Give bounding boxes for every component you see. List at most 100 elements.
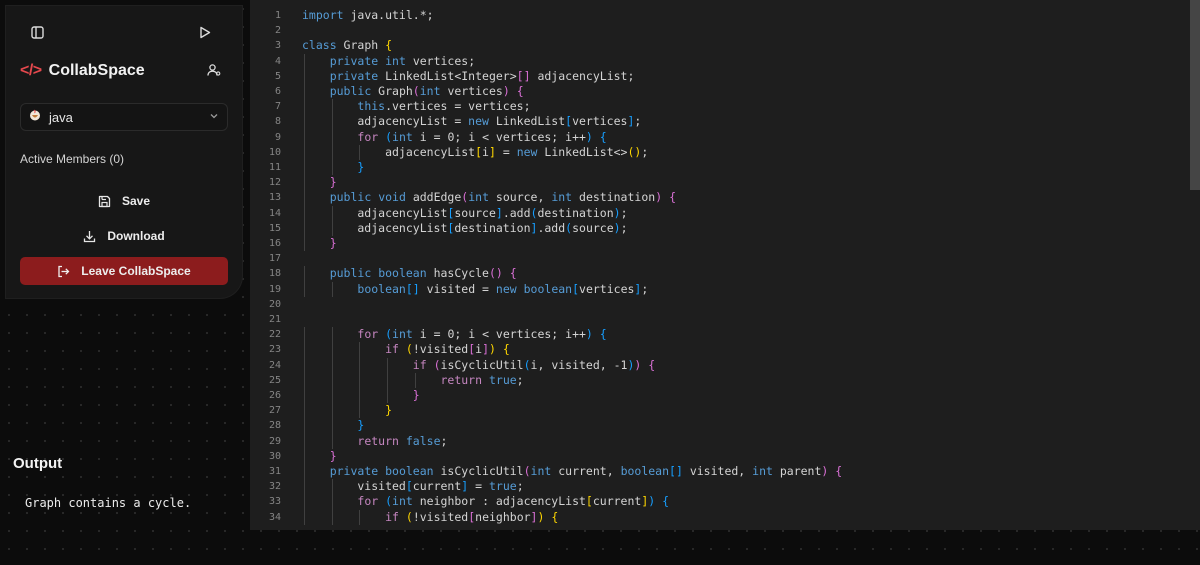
code-line[interactable]: } xyxy=(302,403,392,418)
code-line[interactable]: if (isCyclicUtil(i, visited, -1)) { xyxy=(302,358,655,373)
line-number: 1 xyxy=(274,10,281,21)
indent-guide xyxy=(331,281,333,297)
editor-scrollbar[interactable] xyxy=(1190,0,1200,530)
code-line[interactable]: adjacencyList[source].add(destination); xyxy=(302,206,627,221)
code-line[interactable]: for (int neighbor : adjacencyList[curren… xyxy=(302,494,669,509)
indent-guide xyxy=(331,342,333,358)
code-line[interactable]: public Graph(int vertices) { xyxy=(302,84,524,99)
indent-guide xyxy=(331,433,333,449)
indent-guide xyxy=(304,403,305,419)
code-line[interactable]: for (int i = 0; i < vertices; i++) { xyxy=(302,327,606,342)
code-line[interactable]: } xyxy=(302,449,337,464)
code-line[interactable]: private int vertices; xyxy=(302,54,475,69)
indent-guide xyxy=(331,99,333,115)
code-content[interactable]: import java.util.*; class Graph { private… xyxy=(302,0,1186,530)
language-selected: java xyxy=(49,109,73,125)
line-number-gutter: 1 2 3 4 5 6 7 8 9 10 11 12 13 14 15 16 17 18 19 20 21 22 23 24 2… xyxy=(250,0,290,530)
line-number: 12 xyxy=(268,177,281,189)
code-line[interactable]: private LinkedList<Integer>[] adjacencyL… xyxy=(302,69,635,84)
code-line[interactable]: import java.util.*; xyxy=(302,8,434,23)
line-number: 4 xyxy=(274,55,281,67)
indent-guide xyxy=(331,205,333,221)
code-line[interactable]: this.vertices = vertices; xyxy=(302,99,530,114)
indent-guide xyxy=(387,372,389,388)
line-number: 9 xyxy=(274,131,281,143)
code-line[interactable]: public void addEdge(int source, int dest… xyxy=(302,190,676,205)
indent-guide xyxy=(304,418,305,434)
indent-guide xyxy=(359,388,361,404)
indent-guide xyxy=(331,160,333,176)
indent-guide xyxy=(304,68,305,84)
download-button[interactable]: Download xyxy=(20,223,228,249)
indent-guide xyxy=(331,114,333,130)
users-icon[interactable] xyxy=(205,61,223,79)
indent-guide xyxy=(359,144,361,160)
line-number: 17 xyxy=(268,253,281,265)
line-number: 24 xyxy=(268,359,281,371)
indent-guide xyxy=(331,144,333,160)
code-line[interactable]: visited[current] = true; xyxy=(302,479,523,494)
code-line[interactable]: adjacencyList[i] = new LinkedList<>(); xyxy=(302,145,648,160)
indent-guide xyxy=(387,388,389,404)
language-select[interactable]: java xyxy=(20,103,228,131)
line-number: 21 xyxy=(268,314,281,325)
save-button-label: Save xyxy=(121,194,151,208)
line-number: 10 xyxy=(268,146,281,158)
output-title: Output xyxy=(13,455,63,472)
line-number: 6 xyxy=(274,86,281,97)
play-icon[interactable] xyxy=(196,23,214,41)
indent-guide xyxy=(304,266,305,282)
code-line[interactable]: if (!visited[neighbor]) { xyxy=(302,510,558,525)
line-number: 23 xyxy=(268,344,281,356)
code-line[interactable]: adjacencyList = new LinkedList[vertices]… xyxy=(302,114,641,129)
indent-guide xyxy=(331,129,333,145)
indent-guide xyxy=(304,53,305,69)
scrollbar-thumb[interactable] xyxy=(1190,0,1200,190)
indent-guide xyxy=(304,327,305,343)
leave-collabspace-button[interactable]: Leave CollabSpace xyxy=(20,257,228,285)
code-line[interactable]: if (!visited[i]) { xyxy=(302,342,510,357)
indent-guide xyxy=(331,418,333,434)
line-number: 14 xyxy=(268,207,281,219)
active-members-label: Active Members (0) xyxy=(20,152,125,166)
download-icon xyxy=(84,230,96,242)
code-editor[interactable]: 1 2 3 4 5 6 7 8 9 10 11 12 13 14 15 16 17 18 19 20 21 22 23 24 2… xyxy=(250,0,1200,530)
code-line[interactable]: } xyxy=(302,160,364,175)
indent-guide xyxy=(304,281,305,297)
indent-guide xyxy=(304,494,305,510)
code-line[interactable]: boolean[] visited = new boolean[vertices… xyxy=(302,282,648,297)
indent-guide xyxy=(359,509,361,525)
line-number: 28 xyxy=(268,420,281,432)
line-number: 11 xyxy=(268,162,281,173)
indent-guide xyxy=(331,372,333,388)
code-line[interactable]: for (int i = 0; i < vertices; i++) { xyxy=(302,130,606,145)
code-line[interactable]: return false; xyxy=(302,434,447,449)
code-line[interactable]: } xyxy=(302,388,420,403)
indent-guide xyxy=(331,509,333,525)
code-line[interactable]: return true; xyxy=(302,373,523,388)
save-button[interactable]: Save xyxy=(20,188,228,214)
indent-guide xyxy=(304,99,305,115)
indent-guide xyxy=(414,372,416,388)
panel-left-icon[interactable] xyxy=(28,23,46,41)
indent-guide xyxy=(304,144,305,160)
indent-guide xyxy=(359,342,361,358)
code-line[interactable]: private boolean isCyclicUtil(int current… xyxy=(302,464,843,479)
output-text: Graph contains a cycle. xyxy=(25,496,192,510)
indent-guide xyxy=(304,160,305,176)
line-number: 20 xyxy=(268,298,281,310)
indent-guide xyxy=(331,220,333,236)
indent-guide xyxy=(331,327,333,343)
save-icon xyxy=(98,195,111,207)
code-line[interactable]: } xyxy=(302,175,337,190)
line-number: 13 xyxy=(268,192,281,204)
brand-logo: </> CollabSpace xyxy=(20,59,145,83)
log-out-icon xyxy=(58,265,70,277)
code-line[interactable]: } xyxy=(302,418,364,433)
code-line[interactable]: } xyxy=(302,236,337,251)
indent-guide xyxy=(359,372,361,388)
code-line[interactable]: class Graph { xyxy=(302,38,392,53)
code-line[interactable]: public boolean hasCycle() { xyxy=(302,266,517,281)
code-line[interactable]: adjacencyList[destination].add(source); xyxy=(302,221,627,236)
line-number: 18 xyxy=(268,268,281,280)
